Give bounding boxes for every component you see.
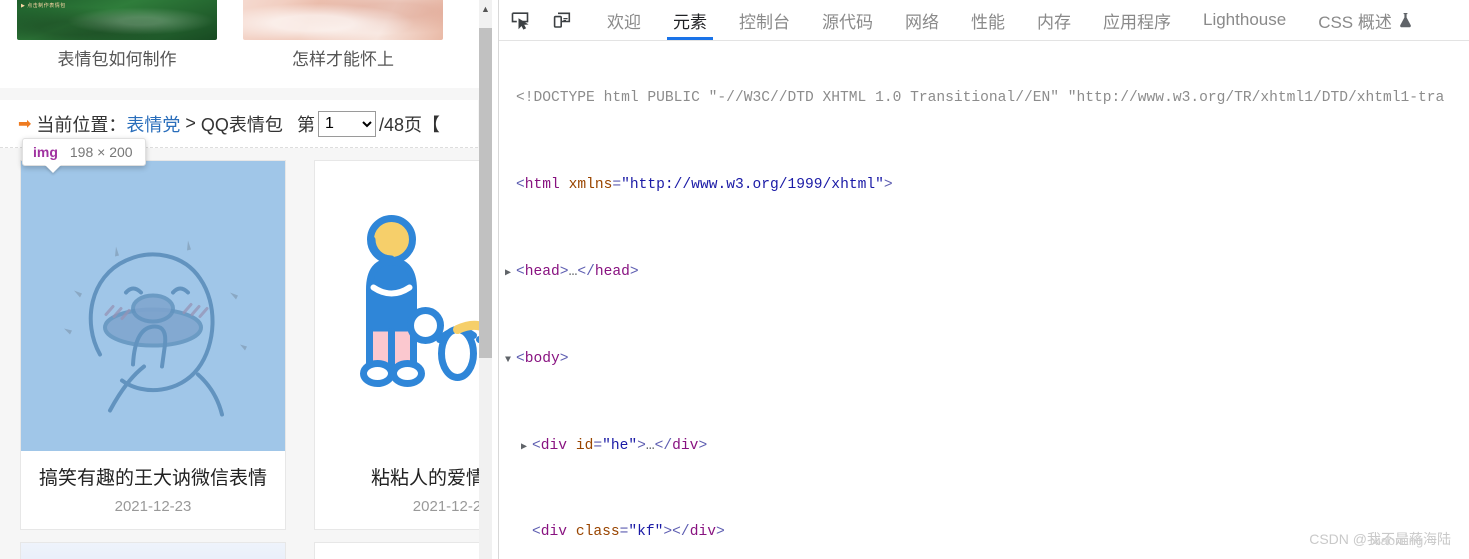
tab-label: 应用程序 (1103, 12, 1171, 32)
devtools-panel: 欢迎 元素 控制台 源代码 网络 性能 内存 应用程序 Lighthouse C… (498, 0, 1469, 559)
tab-console[interactable]: 控制台 (723, 0, 806, 40)
devtools-tab-bar: 欢迎 元素 控制台 源代码 网络 性能 内存 应用程序 Lighthouse C… (591, 0, 1428, 40)
tab-label: 内存 (1037, 12, 1071, 32)
breadcrumb-separator: > (185, 113, 196, 133)
list-item[interactable]: 粘粘人的爱情专属 2021-12-2 (314, 160, 498, 530)
tab-elements[interactable]: 元素 (657, 0, 723, 40)
code-line-div-he[interactable]: ▶ <div id="he">…</div> (499, 436, 1469, 458)
screenshot-root: ▶ 点击制作表情包 表情包如何制作 怎样才能怀上 ➡ 当前位置： 表情党 > Q… (0, 0, 1469, 559)
inspect-element-icon[interactable] (499, 0, 541, 40)
code-line-body[interactable]: ▼ <body> (499, 349, 1469, 371)
list-item[interactable] (20, 542, 286, 559)
element-inspector-tooltip: img 198 × 200 (22, 138, 146, 166)
code-line-html[interactable]: <html xmlns="http://www.w3.org/1999/xhtm… (499, 175, 1469, 197)
ad-thumbnail-skin[interactable] (243, 0, 443, 40)
breadcrumb-site-link[interactable]: 表情党 (126, 111, 180, 137)
doctype-text: <!DOCTYPE html PUBLIC "-//W3C//DTD XHTML… (516, 90, 1445, 107)
card-title: 搞笑有趣的王大讷微信表情 (38, 468, 267, 489)
card-image-3[interactable] (21, 543, 285, 559)
tab-welcome[interactable]: 欢迎 (591, 0, 657, 40)
ad-caption-2: 怎样才能怀上 (292, 50, 394, 69)
page-number-select[interactable]: 1 (317, 110, 376, 137)
ad-card-1[interactable]: ▶ 点击制作表情包 表情包如何制作 (17, 0, 217, 70)
tab-performance[interactable]: 性能 (955, 0, 1021, 40)
tab-lighthouse[interactable]: Lighthouse (1187, 0, 1302, 40)
couple-illustration (360, 215, 498, 387)
breadcrumb-prefix: 当前位置： (36, 114, 127, 135)
tab-label: 网络 (905, 12, 939, 32)
code-line-head[interactable]: ▶ <head>…</head> (499, 262, 1469, 284)
list-item[interactable] (314, 542, 498, 559)
orange-arrow-icon: ➡ (18, 115, 32, 133)
tab-application[interactable]: 应用程序 (1087, 0, 1187, 40)
tab-label: 源代码 (822, 12, 873, 32)
card-date: 2021-12-23 (114, 498, 192, 515)
tab-network[interactable]: 网络 (889, 0, 955, 40)
devtools-element-highlight (21, 161, 285, 451)
tab-memory[interactable]: 内存 (1021, 0, 1087, 40)
device-toolbar-icon[interactable] (541, 0, 583, 40)
scrollbar-thumb[interactable] (479, 28, 492, 358)
ad-card-2[interactable]: 怎样才能怀上 (243, 0, 443, 70)
tooltip-dimensions: 198 × 200 (69, 144, 133, 160)
ad-banner-row: ▶ 点击制作表情包 表情包如何制作 怎样才能怀上 (0, 0, 498, 86)
tab-label: Lighthouse (1203, 10, 1287, 29)
card-date: 2021-12-2 (412, 498, 482, 515)
card-image-4[interactable] (315, 543, 498, 559)
breadcrumb-category: QQ表情包 (200, 114, 283, 135)
ad-thumbnail-green[interactable]: ▶ 点击制作表情包 (17, 0, 217, 40)
breadcrumb-trailing: 【 (421, 114, 440, 135)
page-total: /48页 (378, 114, 422, 135)
inspected-web-page: ▶ 点击制作表情包 表情包如何制作 怎样才能怀上 ➡ 当前位置： 表情党 > Q… (0, 0, 498, 559)
card-image-1[interactable] (21, 161, 285, 451)
code-line-doctype[interactable]: <!DOCTYPE html PUBLIC "-//W3C//DTD XHTML… (499, 88, 1469, 110)
page-section-divider (0, 88, 498, 100)
flask-icon (1399, 12, 1412, 28)
page-scrollbar[interactable]: ▲ (479, 0, 492, 559)
ad-caption-1: 表情包如何制作 (57, 50, 177, 69)
tab-label: 元素 (673, 12, 707, 32)
page-label: 第 (296, 114, 315, 135)
card-image-2[interactable] (315, 161, 498, 451)
list-item[interactable]: 搞笑有趣的王大讷微信表情 2021-12-23 (20, 160, 286, 530)
tab-label: 欢迎 (607, 12, 641, 32)
tab-label: 控制台 (739, 12, 790, 32)
watermark-overlay-text: xiaoming (1371, 533, 1424, 549)
tab-sources[interactable]: 源代码 (806, 0, 889, 40)
csdn-watermark: CSDN @我不是蒋海陆 xiaoming (1309, 529, 1451, 551)
tab-label: 性能 (971, 12, 1005, 32)
ad-badge-text: ▶ 点击制作表情包 (21, 3, 66, 9)
tab-label: CSS 概述 (1318, 12, 1392, 32)
tooltip-tag-name: img (33, 144, 58, 160)
dom-tree-view[interactable]: <!DOCTYPE html PUBLIC "-//W3C//DTD XHTML… (499, 41, 1469, 559)
tab-css-overview[interactable]: CSS 概述 (1302, 0, 1428, 40)
card-title: 粘粘人的爱情专属 (370, 468, 498, 489)
scroll-up-arrow-icon[interactable]: ▲ (480, 4, 491, 15)
devtools-toolbar: 欢迎 元素 控制台 源代码 网络 性能 内存 应用程序 Lighthouse C… (499, 0, 1469, 41)
